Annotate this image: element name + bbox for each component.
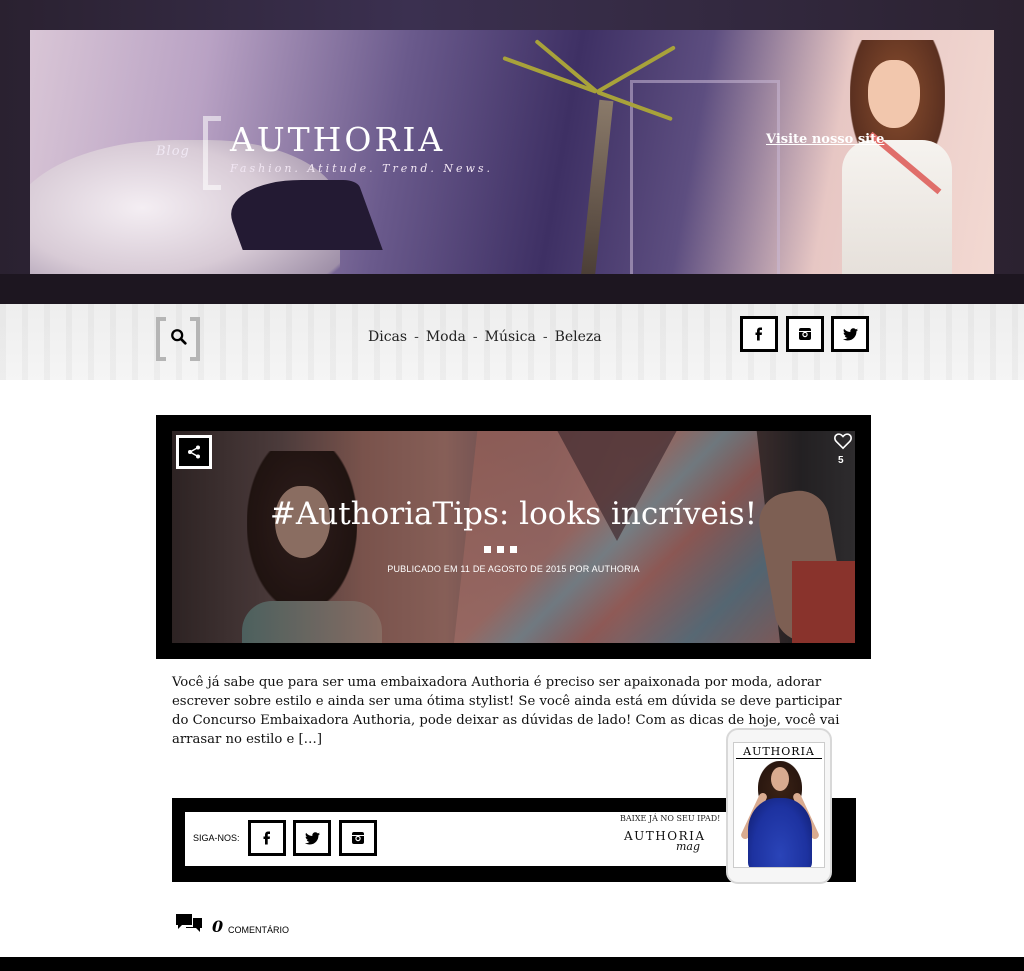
twitter-icon [304,831,320,844]
ipad-download-text[interactable]: BAIXE JÁ NO SEU IPAD! [620,814,720,823]
post-divider-dots [484,546,517,553]
post-featured-image[interactable] [172,431,855,643]
facebook-icon [263,831,270,845]
visit-site-link[interactable]: Visite nosso site [766,132,884,147]
follow-label: SIGA-NOS: [193,833,240,843]
comment-label[interactable]: COMENTÁRIO [228,925,289,935]
instagram-button-bottom[interactable] [339,820,377,856]
facebook-button-bottom[interactable] [248,820,286,856]
instagram-button-top[interactable] [786,316,824,352]
nav-item-beleza[interactable]: Beleza [555,329,602,345]
twitter-button-bottom[interactable] [293,820,331,856]
post-meta: PUBLICADO EM 11 DE AGOSTO DE 2015 POR AU… [387,564,640,574]
site-logo[interactable]: AUTHORIA [230,120,445,159]
share-button[interactable] [176,435,212,469]
nav-item-moda[interactable]: Moda [426,329,466,345]
nav-item-musica[interactable]: Música [485,329,536,345]
search-icon [171,329,187,345]
facebook-icon [755,327,762,341]
comment-count[interactable]: 0 [212,917,223,936]
instagram-icon [799,328,811,340]
nav-menu: Dicas - Moda - Música - Beleza [368,329,602,345]
mag-script: mag [676,840,701,853]
blog-tag: Blog [156,144,190,159]
post-title[interactable]: #AuthoriaTips: looks incríveis! [172,496,855,532]
twitter-icon [842,327,858,340]
model-photo [820,40,970,274]
instagram-icon [352,832,364,844]
header-banner [0,0,1024,304]
nav-item-dicas[interactable]: Dicas [368,329,407,345]
tablet-brand: AUTHORIA [736,745,822,759]
search-button[interactable] [156,317,200,361]
footer-bar [0,957,1024,971]
twitter-button-top[interactable] [831,316,869,352]
facebook-button-top[interactable] [740,316,778,352]
share-icon [188,445,200,459]
tablet-screen: AUTHORIA [733,742,825,868]
comments-icon[interactable] [174,912,204,936]
site-tagline: Fashion. Atitude. Trend. News. [230,162,494,175]
logo-bracket [203,116,221,190]
heart-icon[interactable] [834,432,852,450]
like-count: 5 [838,455,844,466]
